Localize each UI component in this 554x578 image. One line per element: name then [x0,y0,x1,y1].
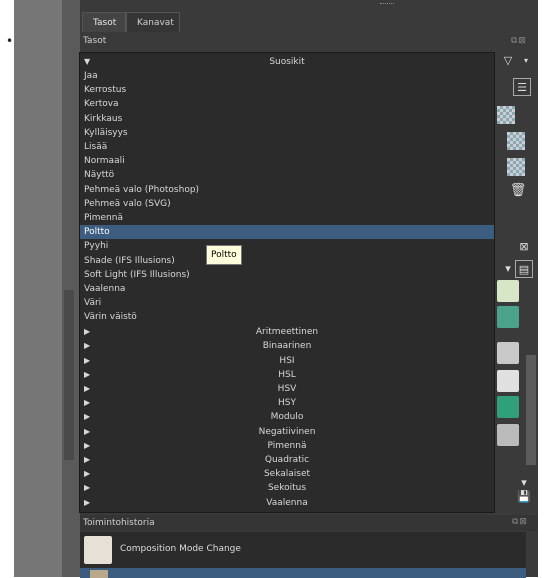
tab-channels[interactable]: Kanavat [126,12,180,32]
blend-mode-category[interactable]: ▶ Pimennä [80,439,494,453]
blend-mode-category[interactable]: ▶ Negatiivinen [80,425,494,439]
blend-mode-dropdown: ▼ Suosikit Jaa Kerrostus Kertova Kirkkaus Ky… [79,52,495,513]
history-docker-header: Toimintohistoria ⧉⊠ [80,515,538,531]
layer-thumbnail-icon [507,132,525,150]
blend-mode-item[interactable]: Poltto [80,225,494,240]
blend-mode-item[interactable]: Värin väistö [80,310,494,324]
dock-float-close-icon[interactable]: ⧉⊠ [512,517,528,527]
blend-mode-category[interactable]: ▶ Quadratic [80,453,494,467]
trash-icon[interactable]: 🗑 [509,182,527,200]
blend-mode-item[interactable]: Kylläisyys [80,126,494,140]
blend-mode-item[interactable]: Shade (IFS Illusions) [80,254,494,268]
brush-preset-icon[interactable] [497,424,519,446]
blend-mode-item[interactable]: Kerrostus [80,83,494,97]
blend-mode-category[interactable]: ▶ Aritmeettinen [80,325,494,339]
history-thumbnail [84,536,112,564]
blend-mode-item[interactable]: Normaali [80,154,494,168]
blend-mode-item[interactable]: Jaa [80,69,494,83]
docker-grip[interactable] [380,3,394,6]
settings-icon[interactable]: ⊠ [515,238,533,256]
history-list: Composition Mode Change [80,532,526,578]
brush-preset-icon[interactable] [497,280,519,302]
brush-preset-icon[interactable] [497,370,519,392]
blend-mode-item[interactable]: Pyyhi [80,239,494,253]
save-icon[interactable]: 💾 [515,488,533,506]
favorites-category[interactable]: ▼ Suosikit [80,55,494,69]
blend-mode-item[interactable]: Soft Light (IFS Illusions) [80,268,494,282]
blend-mode-item[interactable]: Pehmeä valo (Photoshop) [80,183,494,197]
tooltip: Poltto [206,245,242,265]
left-gray-strip [14,0,62,577]
blend-mode-category[interactable]: ▶ Binaarinen [80,339,494,353]
layer-thumbnail-icon [497,106,515,124]
blend-mode-item[interactable]: Näyttö [80,168,494,182]
brush-scrollbar[interactable] [526,355,536,465]
blend-mode-item[interactable]: Pimennä [80,211,494,225]
brush-preset-icon[interactable] [497,342,519,364]
dock-float-close-icon[interactable]: ⧉⊠ [511,36,527,46]
canvas-scrollbar[interactable] [64,290,74,460]
blend-mode-category[interactable]: ▶ Modulo [80,410,494,424]
layer-properties-icon[interactable]: ☰ [513,78,531,96]
blend-mode-item[interactable]: Kirkkaus [80,112,494,126]
blend-mode-item[interactable]: Kertova [80,97,494,111]
blend-mode-category[interactable]: ▶ HSL [80,368,494,382]
blend-mode-category[interactable]: ▶ HSY [80,396,494,410]
filter-menu-icon[interactable]: ▾ [517,52,535,70]
blend-mode-category[interactable]: ▶ Sekalaiset [80,467,494,481]
tab-layers[interactable]: Tasot [82,12,126,32]
bullet-mark: • [6,34,14,48]
blend-mode-category[interactable]: ▶ HSI [80,354,494,368]
view-mode-icon[interactable]: ▤ [515,260,533,278]
canvas-edge [62,0,80,577]
blend-mode-item[interactable]: Vaalenna [80,282,494,296]
blend-mode-category[interactable]: ▶ Vaalenna [80,496,494,510]
history-item[interactable]: Composition Mode Change [80,534,526,566]
layer-thumbnail-icon [507,158,525,176]
blend-mode-item[interactable]: Pehmeä valo (SVG) [80,197,494,211]
blend-mode-category[interactable]: ▶ Sekoitus [80,481,494,495]
panel-title: Tasot [83,36,107,46]
brush-preset-icon[interactable] [497,306,519,328]
blend-mode-item[interactable]: Lisää [80,140,494,154]
brush-preset-icon[interactable] [497,396,519,418]
blend-mode-item[interactable]: Väri [80,296,494,310]
blend-mode-category[interactable]: ▶ HSV [80,382,494,396]
filter-icon[interactable]: ▽ [499,52,517,70]
